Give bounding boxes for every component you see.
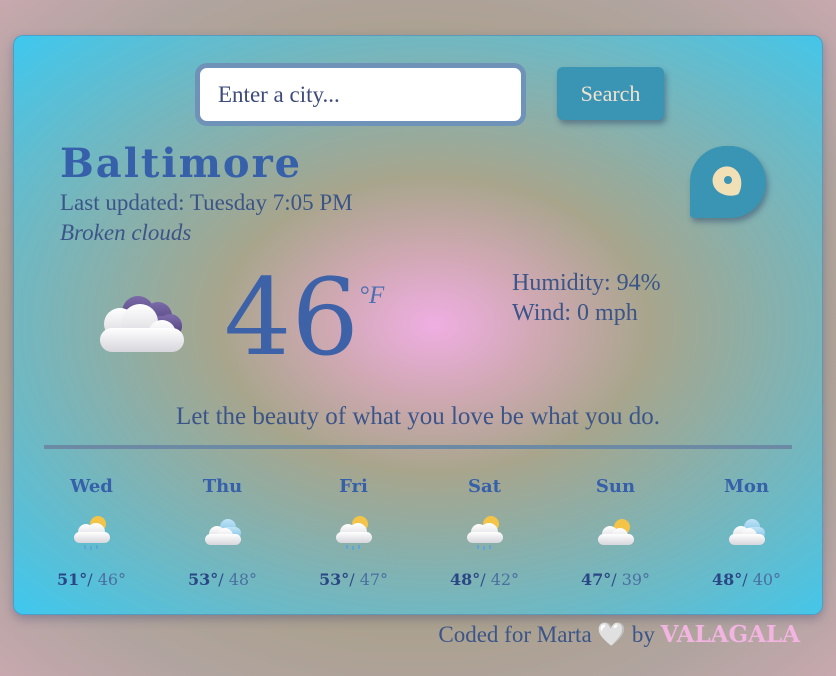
forecast-day: Sun 47°/ 39° xyxy=(550,476,681,589)
forecast-day: Mon 48°/ 40° xyxy=(681,476,812,589)
forecast-low: 42° xyxy=(490,570,520,589)
forecast-day: Fri 53°/ 47° xyxy=(288,476,419,589)
author-link[interactable]: VALAGALA xyxy=(661,621,800,648)
forecast-high: 53° xyxy=(187,570,219,589)
forecast: Wed 51°/ 46° Thu 53°/ 48° Fri 53°/ 47° S… xyxy=(26,476,812,589)
forecast-high: 47° xyxy=(580,570,612,589)
footer-by: by xyxy=(631,622,661,647)
forecast-temps: 51°/ 46° xyxy=(56,570,127,589)
location-pin-icon xyxy=(712,166,742,196)
sun-cloud-rain-icon xyxy=(26,506,157,558)
broken-clouds-icon xyxy=(94,290,190,360)
current-location-button[interactable] xyxy=(690,146,766,218)
forecast-high: 51° xyxy=(56,570,88,589)
city-search-input[interactable] xyxy=(195,63,526,126)
forecast-day-name: Fri xyxy=(339,476,368,497)
forecast-temps: 48°/ 40° xyxy=(711,570,782,589)
forecast-temps: 47°/ 39° xyxy=(580,570,651,589)
quote: Let the beauty of what you love be what … xyxy=(176,403,660,430)
weather-description: Broken clouds xyxy=(60,220,192,245)
clouds-icon xyxy=(157,506,288,558)
sun-cloud-rain-icon xyxy=(288,506,419,558)
city-name: Baltimore xyxy=(60,140,303,187)
heart-icon: 🤍 xyxy=(597,622,627,647)
forecast-temps: 48°/ 42° xyxy=(449,570,520,589)
forecast-day: Wed 51°/ 46° xyxy=(26,476,157,589)
current-temperature: 46 xyxy=(224,256,359,379)
forecast-low: 47° xyxy=(359,570,389,589)
weather-card: Search Baltimore Last updated: Tuesday 7… xyxy=(13,35,823,615)
forecast-day-name: Sun xyxy=(595,476,636,497)
forecast-high: 48° xyxy=(449,570,481,589)
forecast-low: 48° xyxy=(228,570,258,589)
clouds-icon xyxy=(681,506,812,558)
forecast-day: Sat 48°/ 42° xyxy=(419,476,550,589)
wind-speed: Wind: 0 mph xyxy=(512,300,638,326)
humidity: Humidity: 94% xyxy=(512,270,661,296)
forecast-temps: 53°/ 48° xyxy=(187,570,258,589)
temperature-unit-toggle[interactable]: °F xyxy=(359,282,384,310)
footer-credit: Coded for Marta xyxy=(438,622,592,647)
forecast-day: Thu 53°/ 48° xyxy=(157,476,288,589)
footer: Coded for Marta 🤍 by VALAGALA xyxy=(438,621,800,648)
forecast-temps: 53°/ 47° xyxy=(318,570,389,589)
forecast-high: 48° xyxy=(711,570,743,589)
forecast-day-name: Mon xyxy=(723,476,770,497)
forecast-high: 53° xyxy=(318,570,350,589)
sun-cloud-rain-icon xyxy=(419,506,550,558)
forecast-low: 46° xyxy=(97,570,127,589)
sun-cloud-icon xyxy=(550,506,681,558)
forecast-low: 40° xyxy=(752,570,782,589)
search-button[interactable]: Search xyxy=(557,67,664,120)
forecast-day-name: Thu xyxy=(202,476,243,497)
forecast-day-name: Wed xyxy=(70,476,113,497)
forecast-day-name: Sat xyxy=(468,476,501,497)
divider xyxy=(44,445,792,449)
forecast-low: 39° xyxy=(621,570,651,589)
last-updated: Last updated: Tuesday 7:05 PM xyxy=(60,190,353,215)
